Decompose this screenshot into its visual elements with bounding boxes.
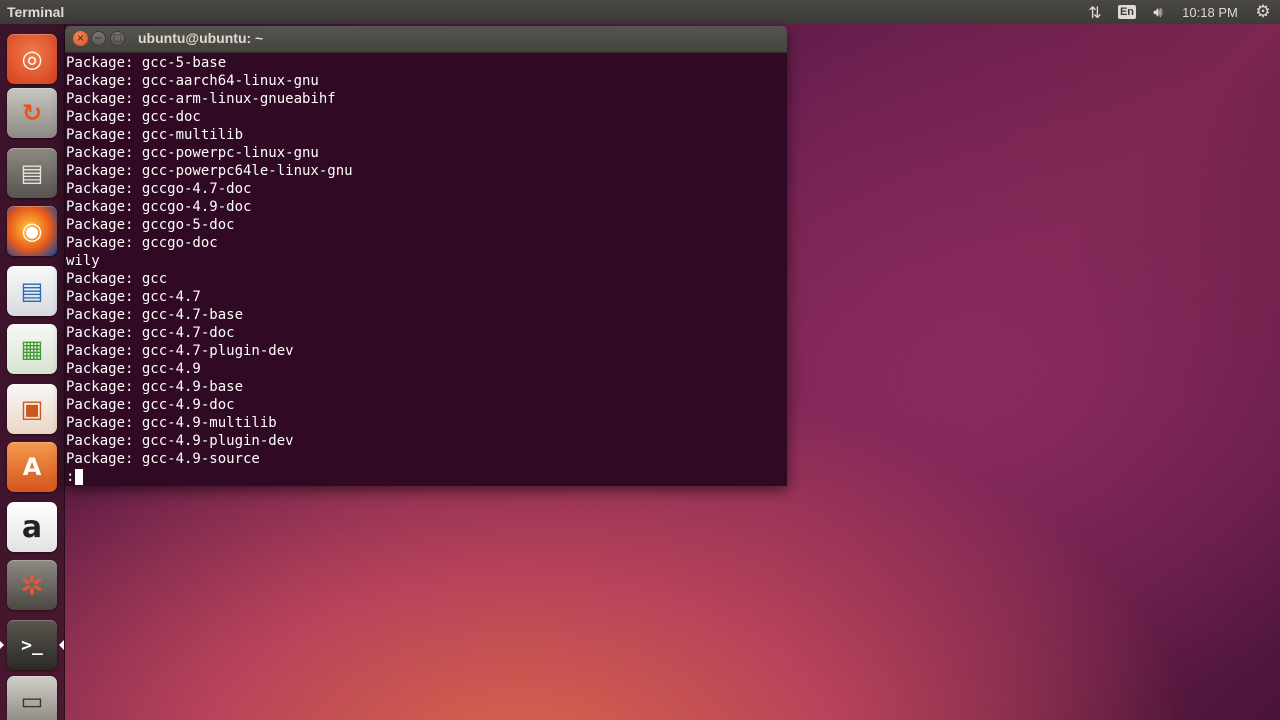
close-button[interactable]: × — [73, 31, 88, 46]
active-app-title: Terminal — [7, 4, 65, 20]
terminal-line: Package: gcc-4.9-doc — [66, 397, 235, 413]
launcher-item-disk[interactable]: ▭ — [7, 676, 57, 720]
terminal-line: Package: gccgo-doc — [66, 235, 218, 251]
terminal-line: Package: gcc-4.9 — [66, 361, 201, 377]
launcher-item-software-center[interactable]: A — [7, 442, 57, 492]
terminal-line: Package: gcc-4.7-base — [66, 307, 244, 323]
pager-prompt: : — [66, 469, 75, 485]
focused-indicator — [59, 640, 64, 650]
impress-icon: ▣ — [20, 395, 44, 423]
launcher-item-files[interactable]: ▤ — [7, 148, 57, 198]
launcher-item-software-updater[interactable]: ↻ — [7, 88, 57, 138]
terminal-icon: >_ — [21, 634, 43, 656]
window-title: ubuntu@ubuntu: ~ — [138, 30, 264, 46]
terminal-line: Package: gcc-multilib — [66, 127, 244, 143]
terminal-line: Package: gcc-powerpc64le-linux-gnu — [66, 163, 353, 179]
launcher-item-amazon[interactable]: a — [7, 502, 57, 552]
system-settings-icon: ✲ — [20, 568, 44, 602]
firefox-icon: ◉ — [21, 217, 43, 245]
software-center-icon: A — [22, 453, 42, 481]
top-panel: Terminal ⇅ En 🔊︎ 10:18 PM ⚙ — [0, 0, 1280, 24]
launcher-item-system-settings[interactable]: ✲ — [7, 560, 57, 610]
terminal-line: Package: gcc-4.7-plugin-dev — [66, 343, 294, 359]
terminal-line: Package: gcc-4.7 — [66, 289, 201, 305]
terminal-line: Package: gcc-aarch64-linux-gnu — [66, 73, 319, 89]
launcher-item-terminal[interactable]: >_ — [7, 620, 57, 670]
terminal-line: Package: gcc-arm-linux-gnueabihf — [66, 91, 336, 107]
terminal-line: Package: gccgo-4.9-doc — [66, 199, 252, 215]
gear-icon[interactable]: ⚙ — [1246, 0, 1280, 24]
amazon-icon: a — [21, 509, 43, 545]
volume-icon[interactable]: 🔊︎ — [1142, 0, 1174, 24]
launcher-item-libreoffice-calc[interactable]: ▦ — [7, 324, 57, 374]
terminal-line: Package: gcc-4.9-plugin-dev — [66, 433, 294, 449]
files-icon: ▤ — [20, 159, 44, 187]
pager-prompt-line[interactable]: : — [66, 468, 787, 486]
ubuntu-logo-icon: ◎ — [21, 45, 43, 73]
terminal-line: Package: gcc-4.9-multilib — [66, 415, 277, 431]
terminal-line: Package: gccgo-5-doc — [66, 217, 235, 233]
keyboard-layout-label: En — [1117, 5, 1137, 19]
software-updater-icon: ↻ — [21, 99, 43, 127]
terminal-line: Package: gcc-5-base — [66, 55, 227, 71]
terminal-line: wily — [66, 253, 100, 269]
launcher-item-libreoffice-impress[interactable]: ▣ — [7, 384, 57, 434]
terminal-line: Package: gcc-4.9-base — [66, 379, 244, 395]
text-cursor — [75, 469, 84, 485]
terminal-output[interactable]: Package: gcc-5-base Package: gcc-aarch64… — [65, 53, 787, 486]
terminal-window[interactable]: × − □ ubuntu@ubuntu: ~ Package: gcc-5-ba… — [65, 26, 787, 486]
terminal-line: Package: gccgo-4.7-doc — [66, 181, 252, 197]
indicator-area: ⇅ En 🔊︎ 10:18 PM ⚙ — [1078, 0, 1280, 24]
calc-icon: ▦ — [20, 335, 44, 363]
window-titlebar[interactable]: × − □ ubuntu@ubuntu: ~ — [65, 26, 787, 53]
maximize-button[interactable]: □ — [110, 31, 125, 46]
terminal-line: Package: gcc-doc — [66, 109, 201, 125]
terminal-line: Package: gcc — [66, 271, 168, 287]
terminal-line: Package: gcc-4.9-source — [66, 451, 260, 467]
clock[interactable]: 10:18 PM — [1174, 0, 1246, 24]
launcher-item-firefox[interactable]: ◉ — [7, 206, 57, 256]
network-icon[interactable]: ⇅ — [1078, 0, 1112, 24]
terminal-line: Package: gcc-4.7-doc — [66, 325, 235, 341]
running-indicator — [0, 641, 4, 649]
writer-icon: ▤ — [20, 277, 44, 305]
minimize-button[interactable]: − — [91, 31, 106, 46]
keyboard-icon[interactable]: En — [1112, 0, 1142, 24]
launcher-item-libreoffice-writer[interactable]: ▤ — [7, 266, 57, 316]
disk-icon: ▭ — [20, 687, 44, 715]
launcher-item-dash[interactable]: ◎ — [7, 34, 57, 84]
launcher: ◎ ↻ ▤ ◉ ▤ ▦ ▣ A a ✲ >_ ▭ — [0, 24, 65, 720]
terminal-line: Package: gcc-powerpc-linux-gnu — [66, 145, 319, 161]
